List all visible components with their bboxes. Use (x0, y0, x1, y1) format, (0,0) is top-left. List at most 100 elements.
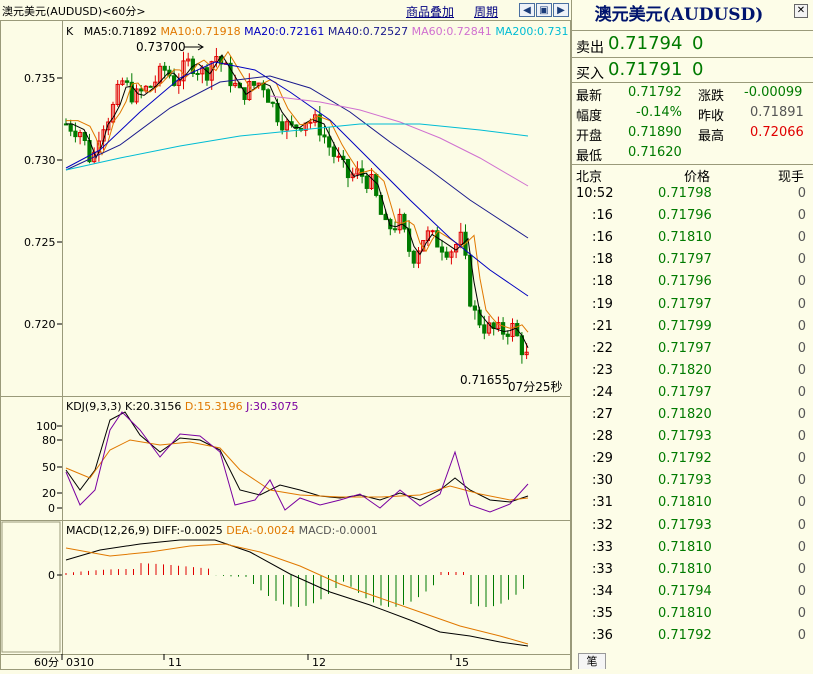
tick-price: 0.71796 (658, 208, 712, 224)
tick-price: 0.71798 (658, 186, 712, 201)
tick-header-volume: 现手 (778, 170, 805, 185)
tick-time: :33 (592, 539, 613, 555)
tick-price: 0.71793 (658, 473, 712, 489)
tick-time: :35 (592, 605, 613, 621)
buy-price: 0.71791 (608, 59, 683, 80)
tick-time: :16 (592, 230, 613, 246)
price-axis: 0.735 0.730 0.725 0.720 (24, 72, 62, 331)
ma40-label: MA40:0.72527 (327, 25, 409, 38)
tick-volume: 0 (797, 473, 806, 489)
nav-box-icon[interactable]: ▣ (536, 3, 552, 17)
tick-volume: 0 (797, 208, 806, 224)
nav-right-icon[interactable]: ▶ (553, 3, 569, 17)
kdj-j-label: J:30.3075 (246, 400, 299, 413)
tick-time: :23 (592, 362, 613, 378)
tick-volume: 0 (797, 539, 806, 555)
kdj-name: KDJ(9,3,3) (66, 400, 122, 413)
tick-price: 0.71793 (658, 517, 712, 533)
tick-time: :19 (592, 296, 613, 312)
buy-volume: 0 (692, 59, 704, 80)
tick-price: 0.71794 (658, 583, 712, 599)
high-annotation: 0.73700 (136, 40, 204, 54)
kdj-tick-label: 0 (48, 502, 55, 515)
kdj-tick-label: 100 (36, 420, 57, 433)
candle-body (411, 250, 416, 264)
candle-body (148, 85, 153, 88)
tick-volume: 0 (797, 407, 806, 422)
kdj-legend: KDJ(9,3,3) K:20.3156 D:15.3196 J:30.3075 (66, 400, 299, 413)
chart-frame (0, 20, 571, 670)
tick-volume: 0 (797, 628, 806, 643)
tick-header-time: 北京 (576, 170, 603, 185)
nav-left-icon[interactable]: ◀ (519, 3, 535, 17)
tick-row: :27 0.71820 0 (572, 407, 812, 429)
tick-time: :34 (592, 583, 613, 599)
divider (572, 57, 813, 58)
macd-side-box (1, 521, 61, 653)
candle-body (162, 65, 167, 71)
last-low-label: 0.71655 (460, 373, 510, 387)
x-tick-label: 12 (312, 656, 326, 669)
low-label: 最低 (576, 149, 603, 164)
macd-diff-line (65, 539, 529, 647)
tick-time: :36 (592, 628, 613, 643)
close-icon[interactable]: ✕ (794, 4, 808, 18)
macd-dea-line (65, 543, 529, 645)
candle-body (364, 175, 369, 189)
macd-tick-label: 0 (48, 569, 55, 582)
open-label: 开盘 (576, 129, 603, 144)
candle-body (73, 130, 78, 138)
candle-body (308, 121, 313, 124)
tab-ticks[interactable]: 笔 (578, 653, 606, 669)
tick-volume: 0 (797, 340, 806, 356)
candle-body (444, 251, 449, 258)
overlay-button[interactable]: 商品叠加 (406, 3, 454, 20)
price-tick-label: 0.735 (24, 72, 56, 85)
tick-time: :30 (592, 473, 613, 489)
tick-row: :31 0.71810 0 (572, 495, 812, 517)
tick-time: :33 (592, 561, 613, 577)
tick-row: :36 0.71792 0 (572, 628, 812, 650)
kdj-tick-label: 20 (42, 487, 56, 500)
candle-body (125, 80, 130, 83)
tick-price: 0.71797 (658, 296, 712, 312)
tick-row: :16 0.71796 0 (572, 208, 812, 230)
tick-volume: 0 (797, 252, 806, 268)
kdj-d-line (65, 439, 529, 501)
sell-price: 0.71794 (608, 33, 683, 54)
kdj-tick-label: 50 (42, 461, 56, 474)
tick-row: :23 0.71820 0 (572, 363, 812, 385)
tick-row: :18 0.71797 0 (572, 252, 812, 274)
tick-time: 10:52 (576, 186, 614, 201)
change-label: 涨跌 (698, 89, 725, 104)
countdown-label: 07分25秒 (508, 380, 563, 394)
tick-price: 0.71810 (658, 230, 712, 246)
candle-body (482, 324, 487, 334)
macd-dea-label: DEA:-0.0024 (226, 524, 296, 537)
candle-body (336, 155, 341, 158)
tick-volume: 0 (797, 362, 806, 378)
candle-body (322, 134, 327, 138)
chart-svg[interactable]: 0.735 0.730 0.725 0.720 100 80 50 20 0 0 (0, 0, 571, 670)
tick-row: :21 0.71799 0 (572, 319, 812, 341)
period-button[interactable]: 周期 (474, 3, 498, 20)
candle-body (270, 101, 275, 104)
chart-area[interactable]: 0.735 0.730 0.725 0.720 100 80 50 20 0 0 (0, 0, 571, 670)
candle-body (501, 322, 506, 335)
tick-time: :16 (592, 208, 613, 224)
period-label: 60分 (34, 656, 59, 669)
macd-name: MACD(12,26,9) (66, 524, 150, 537)
ma-legend: K MA5:0.71892 MA10:0.71918 MA20:0.72161 … (66, 25, 569, 38)
macd-lines (65, 539, 529, 647)
macd-histogram (65, 563, 524, 607)
tick-row: :33 0.71810 0 (572, 540, 812, 562)
tick-time: :22 (592, 340, 613, 356)
amplitude-value: -0.14% (636, 105, 682, 120)
tick-time: :32 (592, 517, 613, 533)
candlestick-series (63, 47, 529, 364)
candle-body (331, 146, 336, 157)
tick-time: :29 (592, 451, 613, 467)
candle-body (430, 230, 435, 233)
tick-price: 0.71810 (658, 605, 712, 621)
x-axis: 60分 0310 11 12 15 (34, 654, 469, 669)
